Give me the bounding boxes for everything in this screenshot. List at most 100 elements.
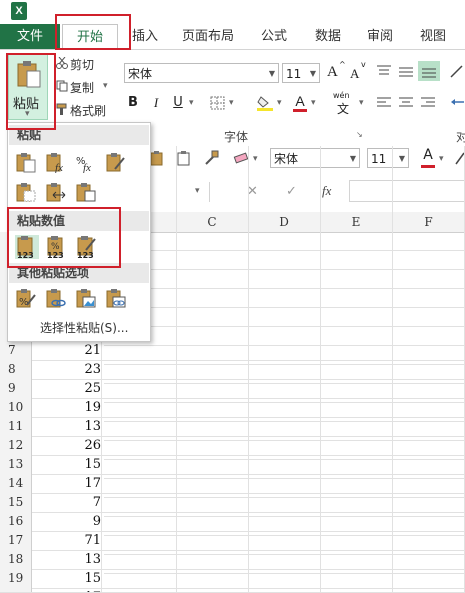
grow-font-button[interactable]: A [327,64,338,81]
cell-value[interactable]: 13 [33,550,102,569]
row-number[interactable]: 20 [0,588,32,592]
dialog-launcher-icon[interactable]: ↘ [356,130,363,139]
paste-no-borders-icon[interactable] [15,181,37,203]
mini-font-size-value: 11 [371,152,387,166]
cell-value[interactable]: 26 [33,436,102,455]
bold-button[interactable]: B [124,94,142,112]
paste-values-icon[interactable]: 123 [15,235,39,259]
tab-view[interactable]: 视图 [412,24,454,49]
paste-formulas-icon[interactable]: fx [45,151,67,173]
enter-icon[interactable]: ✓ [286,184,297,199]
row-number[interactable]: 13 [0,455,32,474]
paste-picture-icon[interactable] [75,287,97,309]
shrink-font-button[interactable]: A [350,66,359,82]
insert-function-icon[interactable]: fx [322,183,331,199]
column-header-d[interactable]: D [248,212,321,233]
paste-keep-source-formatting-icon[interactable] [105,151,127,173]
align-left-icon[interactable] [376,96,392,109]
cell-value[interactable]: 19 [33,398,102,417]
cut-button[interactable]: 剪切 [70,56,94,73]
row-number[interactable]: 15 [0,493,32,512]
eraser-dropdown-icon[interactable]: ▾ [253,154,258,164]
tab-home[interactable]: 开始 [62,24,118,51]
row-number[interactable]: 9 [0,379,32,398]
paste-values-source-formatting-icon[interactable]: 123 [75,235,99,259]
mini-font-name-select[interactable]: 宋体 ▼ [270,148,360,168]
border-icon[interactable] [210,96,226,111]
tab-review[interactable]: 审阅 [360,24,400,49]
clipboard-link-icon[interactable] [177,150,191,166]
align-top-icon[interactable] [376,64,392,78]
cell-value[interactable]: 23 [33,360,102,379]
copy-dropdown-icon[interactable]: ▾ [103,81,108,91]
fill-dropdown-icon[interactable]: ▾ [277,98,282,108]
clipboard-icon[interactable] [150,150,164,166]
row-number[interactable]: 17 [0,531,32,550]
indent-icon[interactable] [450,96,465,109]
underline-dropdown-icon[interactable]: ▾ [189,98,194,108]
tab-formulas[interactable]: 公式 [252,24,296,49]
cell-value[interactable]: 15 [33,455,102,474]
paste-keep-column-widths-icon[interactable] [45,181,67,203]
tab-insert[interactable]: 插入 [122,24,168,49]
format-painter-button[interactable]: 格式刷 [70,102,106,119]
paste-formulas-number-format-icon[interactable]: %fx [75,151,97,173]
column-header-f[interactable]: F [392,212,465,233]
align-center-icon[interactable] [398,96,414,109]
column-header-c[interactable]: C [176,212,249,233]
cell-value[interactable]: 9 [33,512,102,531]
paintbrush-icon[interactable] [204,150,220,166]
paste-button[interactable]: 粘贴 ▾ [8,54,48,120]
underline-button[interactable]: U [169,94,187,112]
mini-font-color-dropdown-icon[interactable]: ▾ [439,154,444,164]
orientation-icon[interactable] [448,62,465,80]
mini-font-size-select[interactable]: 11 ▼ [367,148,409,168]
paste-formatting-icon[interactable]: % [15,287,37,309]
row-number[interactable]: 14 [0,474,32,493]
fill-color-icon[interactable] [256,94,274,112]
cell-value[interactable]: 71 [33,531,102,550]
paste-linked-picture-icon[interactable] [105,287,127,309]
row-number[interactable]: 18 [0,550,32,569]
tab-file[interactable]: 文件 [0,24,60,49]
cell-value[interactable]: 17 [33,588,102,592]
tab-page-layout[interactable]: 页面布局 [176,24,240,49]
tab-data[interactable]: 数据 [306,24,350,49]
paste-link-icon[interactable] [45,287,67,309]
paste-values-number-format-icon[interactable]: %123 [45,235,69,259]
font-size-select[interactable]: 11 ▼ [282,63,320,83]
align-right-icon[interactable] [420,96,436,109]
cell-value[interactable]: 17 [33,474,102,493]
phonetic-button[interactable]: wén 文 [333,91,357,116]
row-number[interactable]: 8 [0,360,32,379]
paste-special-item[interactable]: 选择性粘贴(S)... [40,319,128,336]
formula-input[interactable] [349,180,465,202]
font-name-select[interactable]: 宋体 ▼ [124,63,279,83]
cell-value[interactable]: 15 [33,569,102,588]
row-number[interactable]: 11 [0,417,32,436]
cell-value[interactable]: 25 [33,379,102,398]
row-number[interactable]: 10 [0,398,32,417]
name-box-dropdown-icon[interactable]: ▾ [195,186,200,196]
phonetic-dropdown-icon[interactable]: ▾ [359,98,364,108]
row-number[interactable]: 7 [0,341,32,360]
paste-transpose-icon[interactable] [75,181,97,203]
row-number[interactable]: 12 [0,436,32,455]
column-header-e[interactable]: E [320,212,393,233]
align-bottom-button[interactable] [418,61,440,81]
border-dropdown-icon[interactable]: ▾ [229,98,234,108]
font-color-button[interactable]: A [291,93,309,113]
cell-value[interactable]: 7 [33,493,102,512]
copy-button[interactable]: 复制 [70,79,94,96]
paste-icon[interactable] [15,151,37,173]
mini-font-color-button[interactable]: A [419,147,437,169]
row-number[interactable]: 19 [0,569,32,588]
align-middle-icon[interactable] [398,64,414,78]
chevron-down-icon: ▾ [25,109,30,119]
font-color-dropdown-icon[interactable]: ▾ [311,98,316,108]
eraser-icon[interactable] [233,151,249,165]
cell-value[interactable]: 21 [33,341,102,360]
italic-button[interactable]: I [147,94,165,112]
row-number[interactable]: 16 [0,512,32,531]
cell-value[interactable]: 13 [33,417,102,436]
